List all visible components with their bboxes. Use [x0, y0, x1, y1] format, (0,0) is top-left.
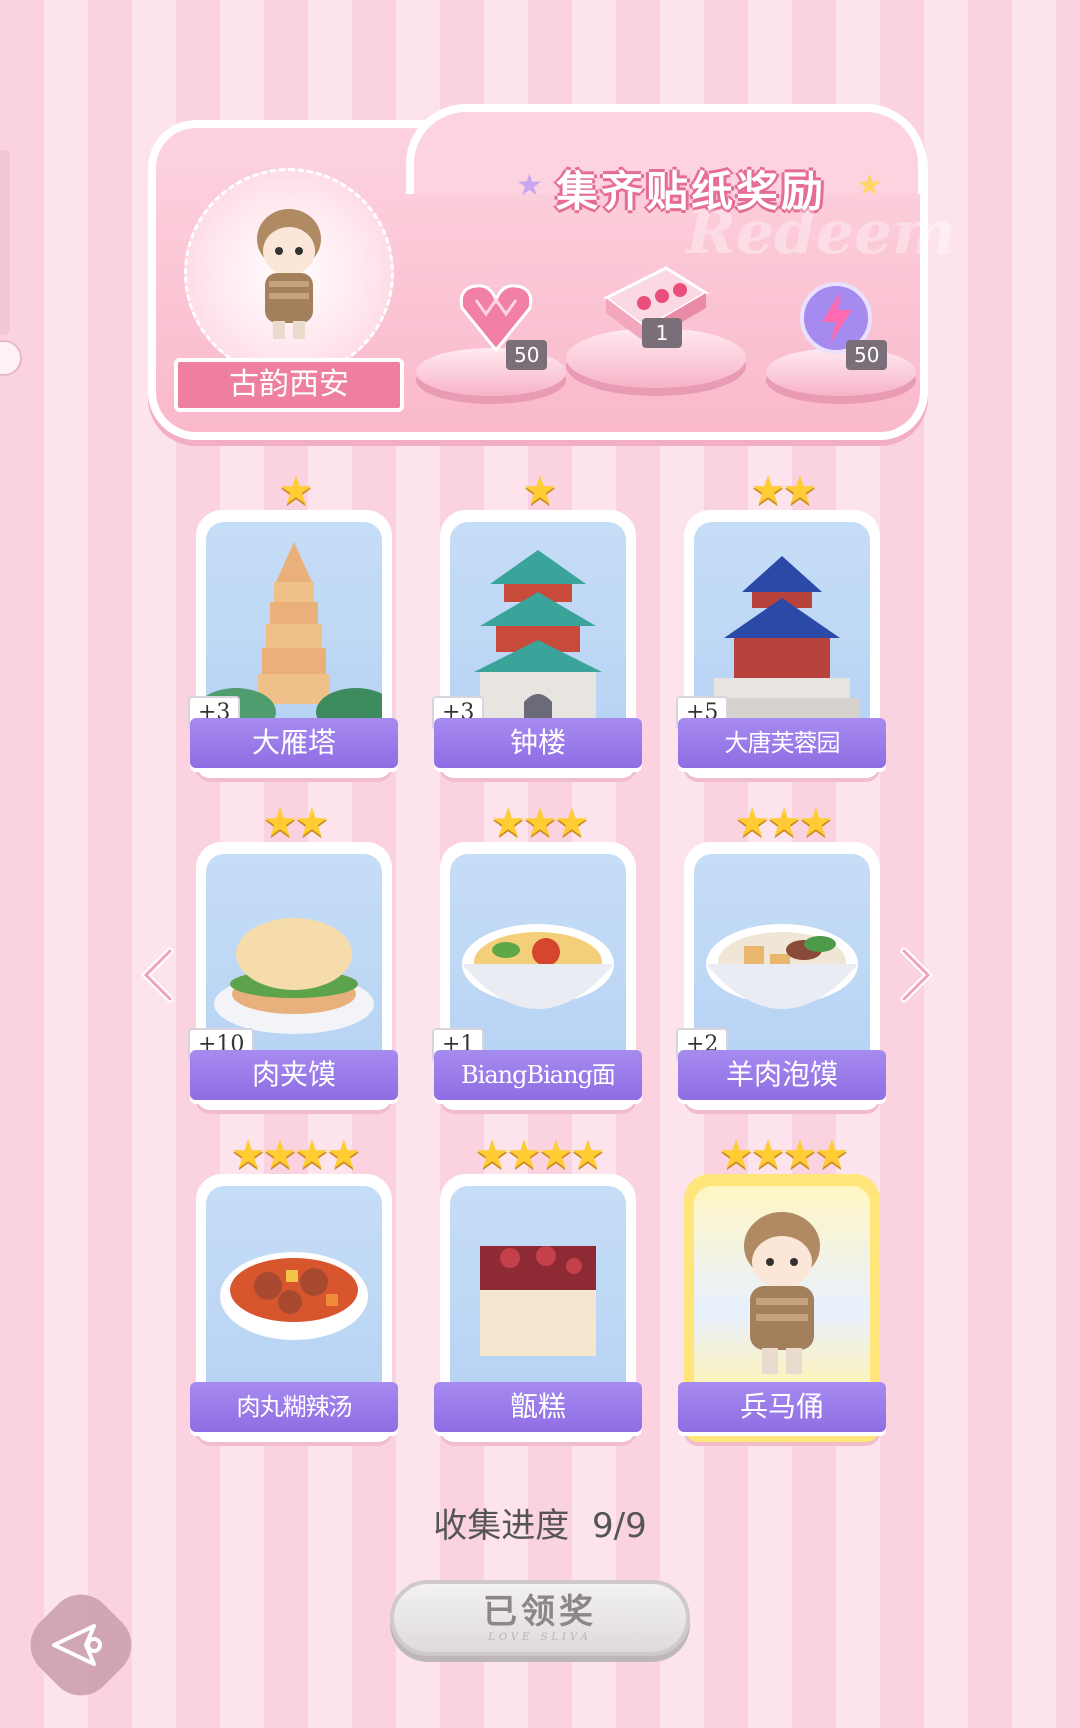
sticker-card[interactable]: ★★★ +2 羊肉泡馍 — [676, 800, 886, 1110]
reward-count: 50 — [846, 340, 888, 370]
star-rating: ★★ — [262, 800, 330, 846]
progress-value: 9/9 — [592, 1506, 647, 1546]
reward-count: 1 — [642, 318, 682, 348]
sticker-name: BiangBiang面 — [434, 1050, 642, 1100]
reward-banner: ★ 集齐贴纸奖励 ★ Redeem 古韵西安 50 1 50 — [148, 104, 956, 440]
sticker-card[interactable]: ★★★ +1 BiangBiang面 — [432, 800, 642, 1110]
sticker-card[interactable]: ★★★★ 甑糕 — [434, 1132, 642, 1442]
sticker-card[interactable]: ★ +3 大雁塔 — [188, 468, 398, 778]
sticker-name: 羊肉泡馍 — [678, 1050, 886, 1100]
redeem-watermark: Redeem — [686, 198, 956, 268]
sticker-card[interactable]: ★★ +10 肉夹馍 — [188, 800, 398, 1110]
star-rating: ★★★★ — [230, 1132, 361, 1178]
sticker-card[interactable]: ★★ +5 大唐芙蓉园 — [676, 468, 886, 778]
sticker-card[interactable]: ★★★★ 兵马俑 — [678, 1132, 886, 1442]
side-bulb-icon — [0, 340, 22, 376]
sticker-name: 大唐芙蓉园 — [678, 718, 886, 768]
sticker-name: 肉夹馍 — [190, 1050, 398, 1100]
sticker-card[interactable]: ★★★★ 肉丸糊辣汤 — [190, 1132, 398, 1442]
star-rating: ★★ — [750, 468, 818, 514]
character-avatar — [184, 168, 394, 378]
prev-page-arrow-icon[interactable] — [138, 945, 178, 1005]
sticker-name: 钟楼 — [434, 718, 642, 768]
sticker-name: 肉丸糊辣汤 — [190, 1382, 398, 1432]
sticker-name: 甑糕 — [434, 1382, 642, 1432]
star-rating: ★ — [278, 468, 314, 514]
sticker-name: 大雁塔 — [190, 718, 398, 768]
star-rating: ★★★★ — [474, 1132, 605, 1178]
star-rating: ★★★ — [490, 800, 590, 846]
star-rating: ★★★ — [734, 800, 834, 846]
star-rating: ★★★★ — [718, 1132, 849, 1178]
zenggao-cake-icon — [480, 1246, 596, 1356]
sticker-card[interactable]: ★ +3 钟楼 — [432, 468, 642, 778]
next-page-arrow-icon[interactable] — [896, 945, 936, 1005]
terracotta-warrior-icon — [257, 209, 321, 339]
meatball-soup-icon — [220, 1252, 368, 1340]
star-icon: ★ — [516, 168, 543, 203]
reward-count: 50 — [506, 340, 548, 370]
collection-progress: 收集进度 9/9 — [0, 1498, 1080, 1547]
character-name: 古韵西安 — [174, 358, 404, 412]
claimed-button[interactable]: 已领奖 LOVE SLIVA — [390, 1580, 690, 1656]
claimed-button-subtext: LOVE SLIVA — [488, 1632, 592, 1643]
back-arrow-icon — [52, 1624, 102, 1666]
star-rating: ★ — [522, 468, 558, 514]
side-drawer-tab[interactable] — [0, 150, 10, 335]
terracotta-warrior-icon — [744, 1212, 820, 1374]
progress-label: 收集进度 — [433, 1506, 570, 1546]
sticker-name: 兵马俑 — [678, 1382, 886, 1432]
